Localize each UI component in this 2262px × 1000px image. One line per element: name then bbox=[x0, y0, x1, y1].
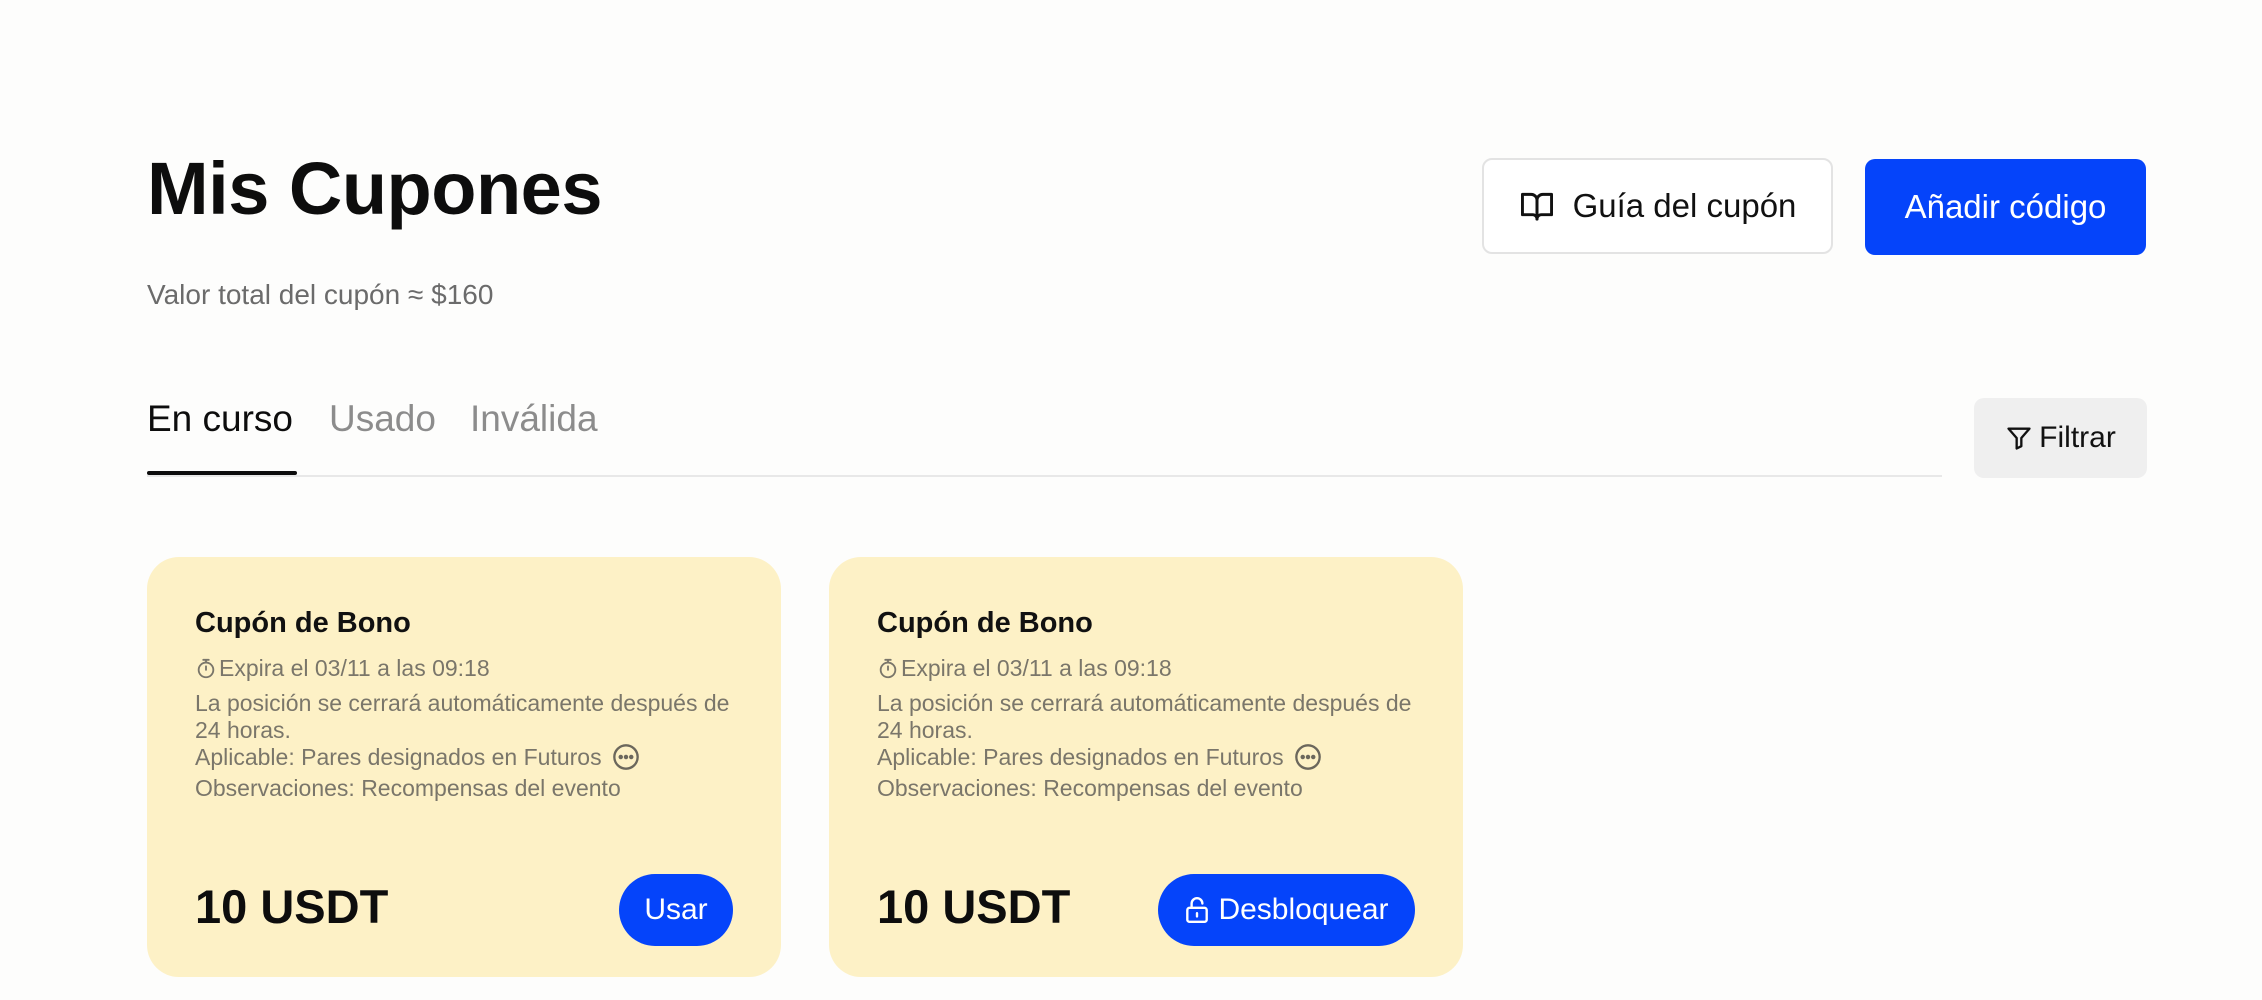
coupons-page: Mis Cupones Valor total del cupón ≈ $160… bbox=[147, 0, 2147, 1000]
unlock-icon bbox=[1184, 896, 1210, 924]
page-title: Mis Cupones bbox=[147, 147, 602, 230]
tab-en-curso[interactable]: En curso bbox=[147, 400, 293, 437]
coupon-applicable: Aplicable: Pares designados en Futuros bbox=[195, 743, 640, 771]
active-tab-indicator bbox=[147, 471, 297, 475]
coupon-applicable: Aplicable: Pares designados en Futuros bbox=[877, 743, 1322, 771]
coupon-title: Cupón de Bono bbox=[877, 607, 1093, 639]
coupon-guide-label: Guía del cupón bbox=[1572, 187, 1797, 224]
coupon-title: Cupón de Bono bbox=[195, 607, 411, 639]
coupon-description: La posición se cerrará automáticamente d… bbox=[877, 690, 1412, 743]
coupon-expiry-text: Expira el 03/11 a las 09:18 bbox=[219, 655, 490, 681]
use-button[interactable]: Usar bbox=[619, 874, 733, 946]
coupon-expiry: Expira el 03/11 a las 09:18 bbox=[195, 655, 490, 682]
stopwatch-icon bbox=[195, 658, 217, 680]
coupon-amount: 10 USDT bbox=[877, 880, 1071, 933]
stopwatch-icon bbox=[877, 658, 899, 680]
filter-label: Filtrar bbox=[2039, 421, 2116, 454]
add-code-button[interactable]: Añadir código bbox=[1865, 159, 2146, 255]
coupon-expiry: Expira el 03/11 a las 09:18 bbox=[877, 655, 1172, 682]
filter-funnel-icon bbox=[2005, 424, 2033, 452]
coupon-notes: Observaciones: Recompensas del evento bbox=[877, 775, 1303, 801]
coupon-card: Cupón de Bono Expira el 03/11 a las 09:1… bbox=[147, 557, 781, 977]
coupon-description: La posición se cerrará automáticamente d… bbox=[195, 690, 730, 743]
tab-invalida[interactable]: Inválida bbox=[470, 400, 598, 437]
tab-usado[interactable]: Usado bbox=[329, 400, 436, 437]
unlock-button[interactable]: Desbloquear bbox=[1158, 874, 1415, 946]
coupon-expiry-text: Expira el 03/11 a las 09:18 bbox=[901, 655, 1172, 681]
coupon-card: Cupón de Bono Expira el 03/11 a las 09:1… bbox=[829, 557, 1463, 977]
coupon-guide-button[interactable]: Guía del cupón bbox=[1482, 158, 1833, 254]
filter-button[interactable]: Filtrar bbox=[1974, 398, 2147, 478]
coupon-applicable-text: Aplicable: Pares designados en Futuros bbox=[877, 743, 1284, 770]
more-dots-icon[interactable] bbox=[612, 743, 640, 771]
tabs-divider bbox=[147, 475, 1942, 477]
coupon-amount: 10 USDT bbox=[195, 880, 389, 933]
more-dots-icon[interactable] bbox=[1294, 743, 1322, 771]
total-coupon-value: Valor total del cupón ≈ $160 bbox=[147, 279, 494, 310]
unlock-label: Desbloquear bbox=[1218, 893, 1389, 926]
coupon-applicable-text: Aplicable: Pares designados en Futuros bbox=[195, 743, 602, 770]
coupon-notes: Observaciones: Recompensas del evento bbox=[195, 775, 621, 801]
book-open-icon bbox=[1519, 190, 1555, 222]
